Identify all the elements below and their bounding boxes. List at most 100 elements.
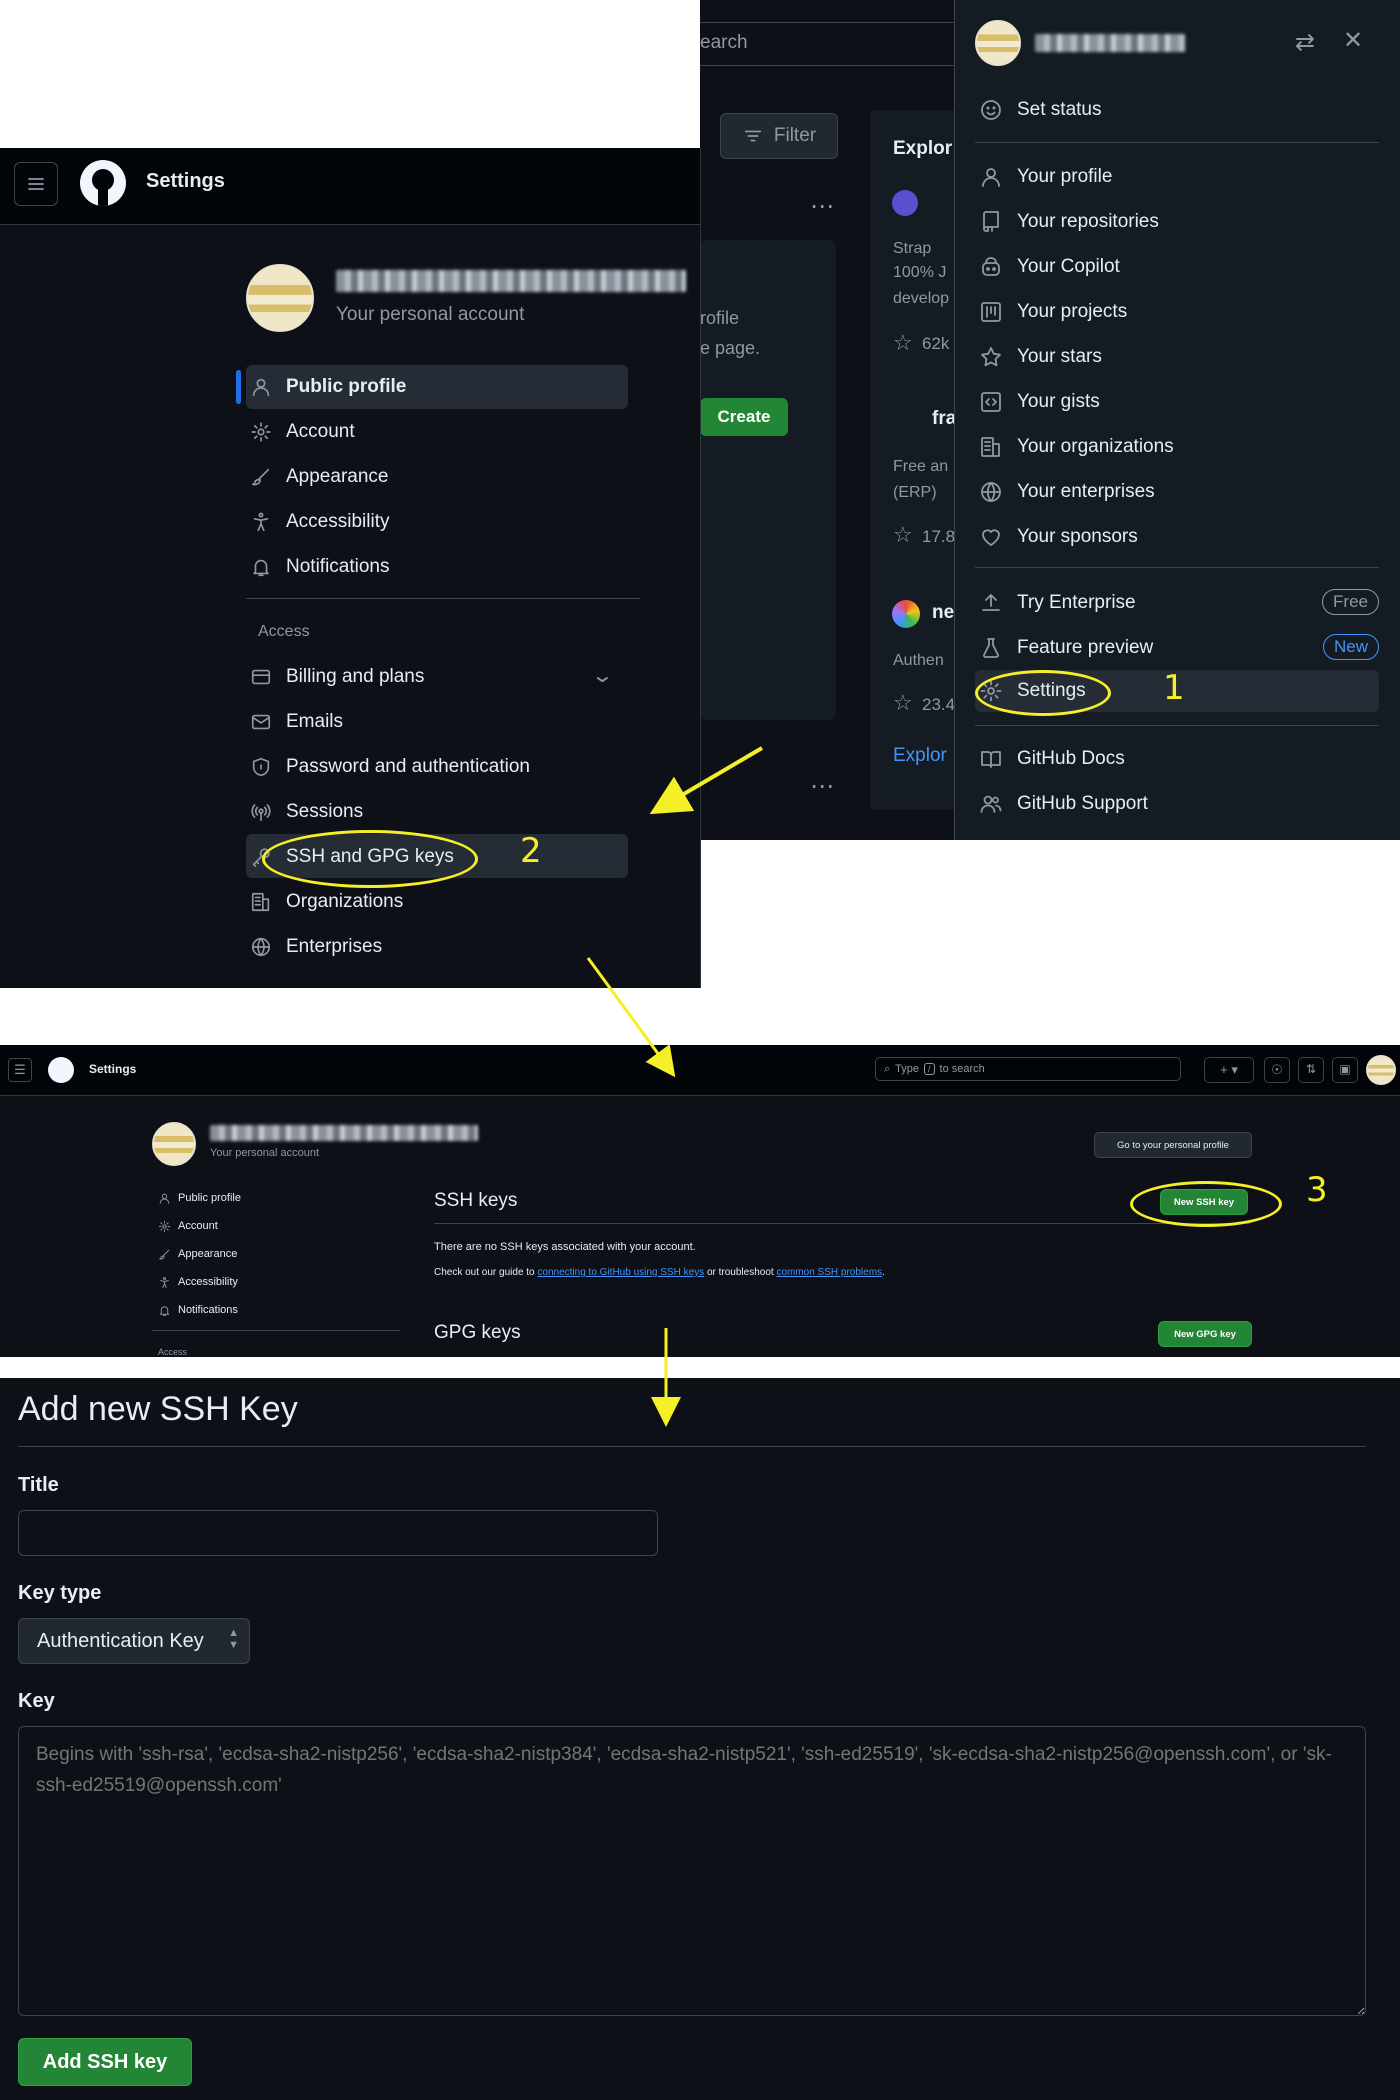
search-placeholder-pre: Type: [895, 1063, 920, 1075]
explore-heading: Explor: [893, 138, 953, 159]
sidebar-item-password-and-authentication[interactable]: Password and authentication: [250, 748, 530, 786]
pull-requests-icon[interactable]: ⇅: [1298, 1057, 1324, 1083]
sidebar-item-billing-and-plans[interactable]: Billing and plans: [250, 658, 424, 696]
globe-icon: [251, 937, 271, 957]
highlight-ring-ssh: [262, 830, 478, 888]
switch-account-icon[interactable]: ⇄: [1295, 28, 1315, 57]
bg-text: Free an: [893, 458, 949, 475]
menu-item-github-docs[interactable]: GitHub Docs: [979, 742, 1125, 776]
key-type-select[interactable]: Authentication Key ▲ ▼: [18, 1618, 250, 1664]
search-input[interactable]: ⌕ Type / to search: [875, 1057, 1181, 1081]
issues-icon[interactable]: ☉: [1264, 1057, 1290, 1083]
guide-link-ssh[interactable]: connecting to GitHub using SSH keys: [537, 1267, 704, 1278]
menu-item-your-sponsors[interactable]: Your sponsors: [979, 520, 1138, 554]
close-icon[interactable]: ✕: [1343, 26, 1363, 55]
menu-item-your-projects[interactable]: Your projects: [979, 295, 1127, 329]
menu-item-label: GitHub Docs: [1017, 748, 1125, 769]
key-textarea[interactable]: [18, 1726, 1366, 2016]
ssh-keys-heading: SSH keys: [434, 1190, 518, 1211]
go-to-profile-label: Go to your personal profile: [1117, 1139, 1229, 1151]
username-blurred: [336, 270, 686, 292]
add-ssh-key-button[interactable]: Add SSH key: [18, 2038, 192, 2086]
go-to-profile-button[interactable]: Go to your personal profile: [1094, 1132, 1252, 1158]
create-new-button[interactable]: + ▾: [1204, 1057, 1254, 1083]
sidebar-item-label: Account: [178, 1220, 218, 1232]
github-logo-icon[interactable]: [48, 1057, 74, 1083]
select-arrows-icon: ▲ ▼: [228, 1627, 239, 1651]
personal-account-label: Your personal account: [210, 1147, 320, 1159]
sidebar-item-organizations[interactable]: Organizations: [250, 883, 403, 921]
smiley-icon: [981, 100, 1001, 120]
github-logo-icon[interactable]: [80, 160, 126, 206]
beaker-icon: [983, 638, 999, 658]
sidebar-item-enterprises[interactable]: Enterprises: [250, 928, 382, 966]
star-icon: ☆: [893, 690, 913, 715]
menu-item-your-gists[interactable]: Your gists: [979, 385, 1100, 419]
title-input[interactable]: [18, 1510, 658, 1556]
sidebar-item-label: Appearance: [178, 1248, 238, 1260]
username-blurred: [1035, 34, 1185, 52]
sidebar-item-label: Password and authentication: [286, 756, 530, 777]
menu-item-your-profile[interactable]: Your profile: [979, 160, 1112, 194]
menu-item-feature-preview[interactable]: Feature preview New: [979, 631, 1379, 665]
highlight-ring-settings: [975, 670, 1111, 716]
menu-item-try-enterprise[interactable]: Try Enterprise Free: [979, 586, 1379, 620]
project-icon: [981, 302, 1001, 322]
sidebar-item-label: Notifications: [286, 556, 390, 577]
hamburger-button[interactable]: ☰: [8, 1058, 32, 1082]
divider: [246, 598, 640, 599]
filter-button[interactable]: Filter: [720, 113, 838, 159]
menu-item-label: Feature preview: [1017, 637, 1154, 658]
menu-item-your-enterprises[interactable]: Your enterprises: [979, 475, 1155, 509]
menu-item-your-organizations[interactable]: Your organizations: [979, 430, 1174, 464]
organization-icon: [251, 892, 270, 912]
broadcast-icon: [251, 804, 271, 822]
menu-item-your-stars[interactable]: Your stars: [979, 340, 1102, 374]
menu-item-label: Your gists: [1017, 391, 1100, 412]
more-dots-icon[interactable]: ⋯: [810, 772, 836, 801]
bg-text: develop: [893, 290, 950, 307]
sidebar-item-accessibility[interactable]: Accessibility: [158, 1272, 238, 1292]
sidebar-item-public-profile[interactable]: Public profile: [158, 1188, 241, 1208]
more-dots-icon[interactable]: ⋯: [810, 192, 836, 221]
menu-item-your-copilot[interactable]: Your Copilot: [979, 250, 1120, 284]
filter-icon: [744, 130, 762, 142]
ssh-keys-page-screenshot: ☰ Settings ⌕ Type / to search + ▾ ☉ ⇅ ▣ …: [0, 1045, 1400, 1357]
menu-item-label: Try Enterprise: [1017, 592, 1136, 613]
sidebar-item-sessions[interactable]: Sessions: [250, 793, 363, 831]
upload-icon: [982, 594, 1000, 611]
inbox-icon[interactable]: ▣: [1332, 1057, 1358, 1083]
sidebar-item-notifications[interactable]: Notifications: [158, 1300, 238, 1320]
sidebar-item-accessibility[interactable]: Accessibility: [250, 503, 389, 541]
create-label: Create: [717, 407, 771, 426]
avatar[interactable]: [1366, 1055, 1396, 1085]
sidebar-item-public-profile[interactable]: Public profile: [250, 368, 406, 406]
sidebar-item-label: Public profile: [178, 1192, 241, 1204]
menu-item-github-support[interactable]: GitHub Support: [979, 787, 1148, 821]
explore-link[interactable]: Explor: [893, 745, 947, 767]
sidebar-item-account[interactable]: Account: [250, 413, 355, 451]
guide-link-problems[interactable]: common SSH problems: [776, 1267, 882, 1278]
heart-icon: [982, 529, 1000, 546]
slash-key: /: [924, 1063, 935, 1075]
bg-text: 17.8: [922, 527, 956, 546]
sidebar-item-emails[interactable]: Emails: [250, 703, 343, 741]
access-heading: Access: [258, 623, 310, 640]
menu-item-your-repositories[interactable]: Your repositories: [979, 205, 1159, 239]
chevron-down-icon[interactable]: ⌄: [591, 663, 614, 688]
divider: [434, 1223, 1250, 1224]
create-button[interactable]: Create: [700, 398, 788, 436]
sidebar-item-notifications[interactable]: Notifications: [250, 548, 390, 586]
user-menu-overlay: ⇄ ✕ Set status Your profile Your reposito…: [954, 0, 1400, 840]
sidebar-item-appearance[interactable]: Appearance: [250, 458, 388, 496]
shield-icon: [252, 757, 270, 777]
sidebar-item-account[interactable]: Account: [158, 1216, 218, 1236]
sidebar-item-appearance[interactable]: Appearance: [158, 1244, 237, 1264]
page-title: Settings: [89, 1062, 137, 1076]
username-blurred: [210, 1125, 478, 1141]
gear-icon: [158, 1220, 171, 1232]
menu-item-set-status[interactable]: Set status: [979, 93, 1102, 127]
new-gpg-key-button[interactable]: New GPG key: [1158, 1321, 1252, 1347]
new-gpg-key-label: New GPG key: [1174, 1328, 1236, 1340]
hamburger-button[interactable]: [14, 162, 58, 206]
